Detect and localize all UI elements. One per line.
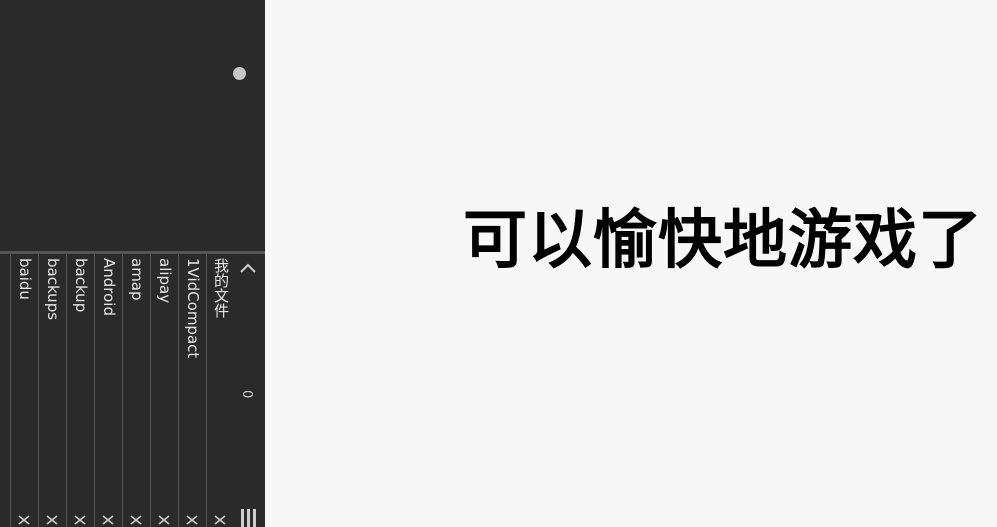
folder-item-alipay[interactable]: alipay [150, 254, 178, 527]
close-icon[interactable] [185, 515, 199, 525]
close-icon[interactable] [157, 515, 171, 525]
folder-label: baidu [16, 258, 34, 300]
close-icon[interactable] [45, 515, 59, 525]
close-icon[interactable] [101, 515, 115, 525]
folder-item-backup[interactable]: backup [66, 254, 94, 527]
folder-label: alipay [156, 258, 174, 304]
folder-item-baidu[interactable]: baidu [10, 254, 38, 527]
menu-bars-icon[interactable] [239, 509, 259, 527]
game-ready-headline: 可以愉快地游戏了 [463, 204, 983, 278]
folder-label: 1VidCompact [184, 258, 202, 359]
folder-item-android[interactable]: Android [94, 254, 122, 527]
item-count: 0 [239, 390, 254, 399]
folder-item-amap[interactable]: amap [122, 254, 150, 527]
close-icon[interactable] [129, 515, 143, 525]
close-icon[interactable] [17, 515, 31, 525]
close-icon[interactable] [213, 515, 227, 525]
folder-item-my-files[interactable]: 我的文件 [206, 254, 234, 527]
folder-item-backups[interactable]: backups [38, 254, 66, 527]
screen-root: 我的文件 1VidCompact alipay amap Android bac… [0, 0, 997, 527]
folder-label: backups [44, 258, 62, 321]
chevron-up-icon[interactable] [239, 260, 257, 274]
file-browser-panel: 我的文件 1VidCompact alipay amap Android bac… [0, 0, 265, 527]
status-dot-icon [233, 67, 246, 80]
folder-item-1vidcompact[interactable]: 1VidCompact [178, 254, 206, 527]
folder-label: backup [72, 258, 90, 313]
folder-label: amap [128, 258, 146, 301]
folder-label: 我的文件 [212, 258, 230, 318]
folder-label: Android [100, 258, 118, 316]
close-icon[interactable] [73, 515, 87, 525]
